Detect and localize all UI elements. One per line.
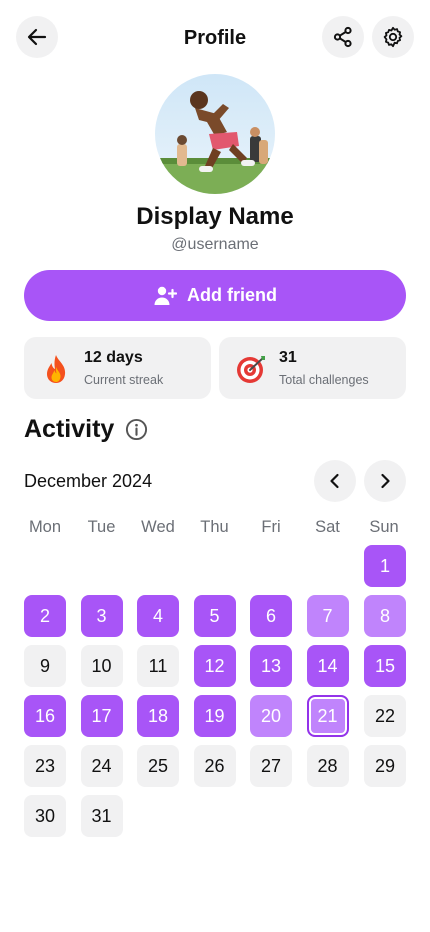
calendar-day[interactable]: 6 — [250, 595, 292, 637]
calendar-day[interactable]: 13 — [250, 645, 292, 687]
challenges-label: Total challenges — [279, 373, 369, 387]
target-icon — [237, 356, 265, 383]
calendar-day[interactable]: 17 — [80, 695, 123, 737]
calendar-day[interactable]: 1 — [364, 545, 406, 587]
display-name: Display Name — [136, 203, 294, 230]
calendar-day[interactable]: 4 — [137, 595, 179, 637]
calendar-day[interactable]: 29 — [364, 745, 406, 787]
share-icon — [333, 26, 352, 48]
streak-card: 12 days Current streak — [24, 337, 211, 399]
next-month-button[interactable] — [364, 460, 406, 502]
activity-title: Activity — [24, 415, 115, 443]
calendar-day[interactable]: 3 — [80, 595, 123, 637]
calendar-day[interactable]: 30 — [24, 795, 66, 837]
share-button[interactable] — [322, 16, 364, 58]
prev-month-button[interactable] — [314, 460, 356, 502]
calendar-day[interactable]: 18 — [137, 695, 179, 737]
calendar-day[interactable]: 16 — [24, 695, 66, 737]
calendar-day[interactable]: 19 — [193, 695, 236, 737]
calendar-day[interactable]: 2 — [24, 595, 66, 637]
info-icon[interactable] — [125, 418, 148, 441]
streak-value: 12 days — [84, 349, 143, 366]
calendar-day[interactable]: 21 — [306, 695, 349, 737]
weekday-label: Tue — [87, 518, 116, 536]
gear-icon — [383, 26, 403, 48]
calendar-day[interactable]: 26 — [193, 745, 236, 787]
calendar-day[interactable]: 15 — [364, 645, 406, 687]
calendar-day[interactable]: 10 — [80, 645, 123, 687]
weekday-label: Sun — [369, 518, 399, 536]
calendar-day[interactable]: 12 — [193, 645, 236, 687]
calendar-day[interactable]: 22 — [364, 695, 406, 737]
page-title: Profile — [183, 27, 247, 49]
calendar-day[interactable]: 14 — [306, 645, 349, 687]
streak-label: Current streak — [84, 373, 164, 387]
calendar-day[interactable]: 7 — [306, 595, 349, 637]
add-friend-label: Add friend — [187, 285, 277, 305]
chevron-left-icon — [330, 473, 339, 489]
weekday-label: Fri — [261, 518, 281, 536]
calendar-day[interactable]: 28 — [306, 745, 349, 787]
weekday-label: Wed — [141, 518, 175, 536]
weekday-label: Thu — [200, 518, 229, 536]
month-label: December 2024 — [24, 471, 153, 491]
weekday-label: Mon — [28, 518, 62, 536]
calendar-day[interactable]: 9 — [24, 645, 66, 687]
calendar-day[interactable]: 27 — [250, 745, 292, 787]
calendar-day[interactable]: 11 — [137, 645, 179, 687]
settings-button[interactable] — [372, 16, 414, 58]
calendar-day[interactable]: 25 — [137, 745, 179, 787]
weekday-label: Sat — [315, 518, 340, 536]
fire-icon — [47, 355, 66, 383]
username: @username — [171, 236, 259, 253]
calendar-day[interactable]: 8 — [364, 595, 406, 637]
chevron-right-icon — [381, 473, 390, 489]
calendar-day[interactable]: 24 — [80, 745, 123, 787]
challenges-value: 31 — [279, 349, 297, 366]
challenges-card: 31 Total challenges — [219, 337, 406, 399]
avatar — [155, 74, 275, 194]
user-plus-icon — [154, 286, 177, 305]
calendar-day[interactable]: 23 — [24, 745, 66, 787]
calendar-day[interactable]: 5 — [193, 595, 236, 637]
calendar-day[interactable]: 31 — [80, 795, 123, 837]
calendar-day[interactable]: 20 — [250, 695, 292, 737]
add-friend-button[interactable]: Add friend — [24, 270, 406, 321]
